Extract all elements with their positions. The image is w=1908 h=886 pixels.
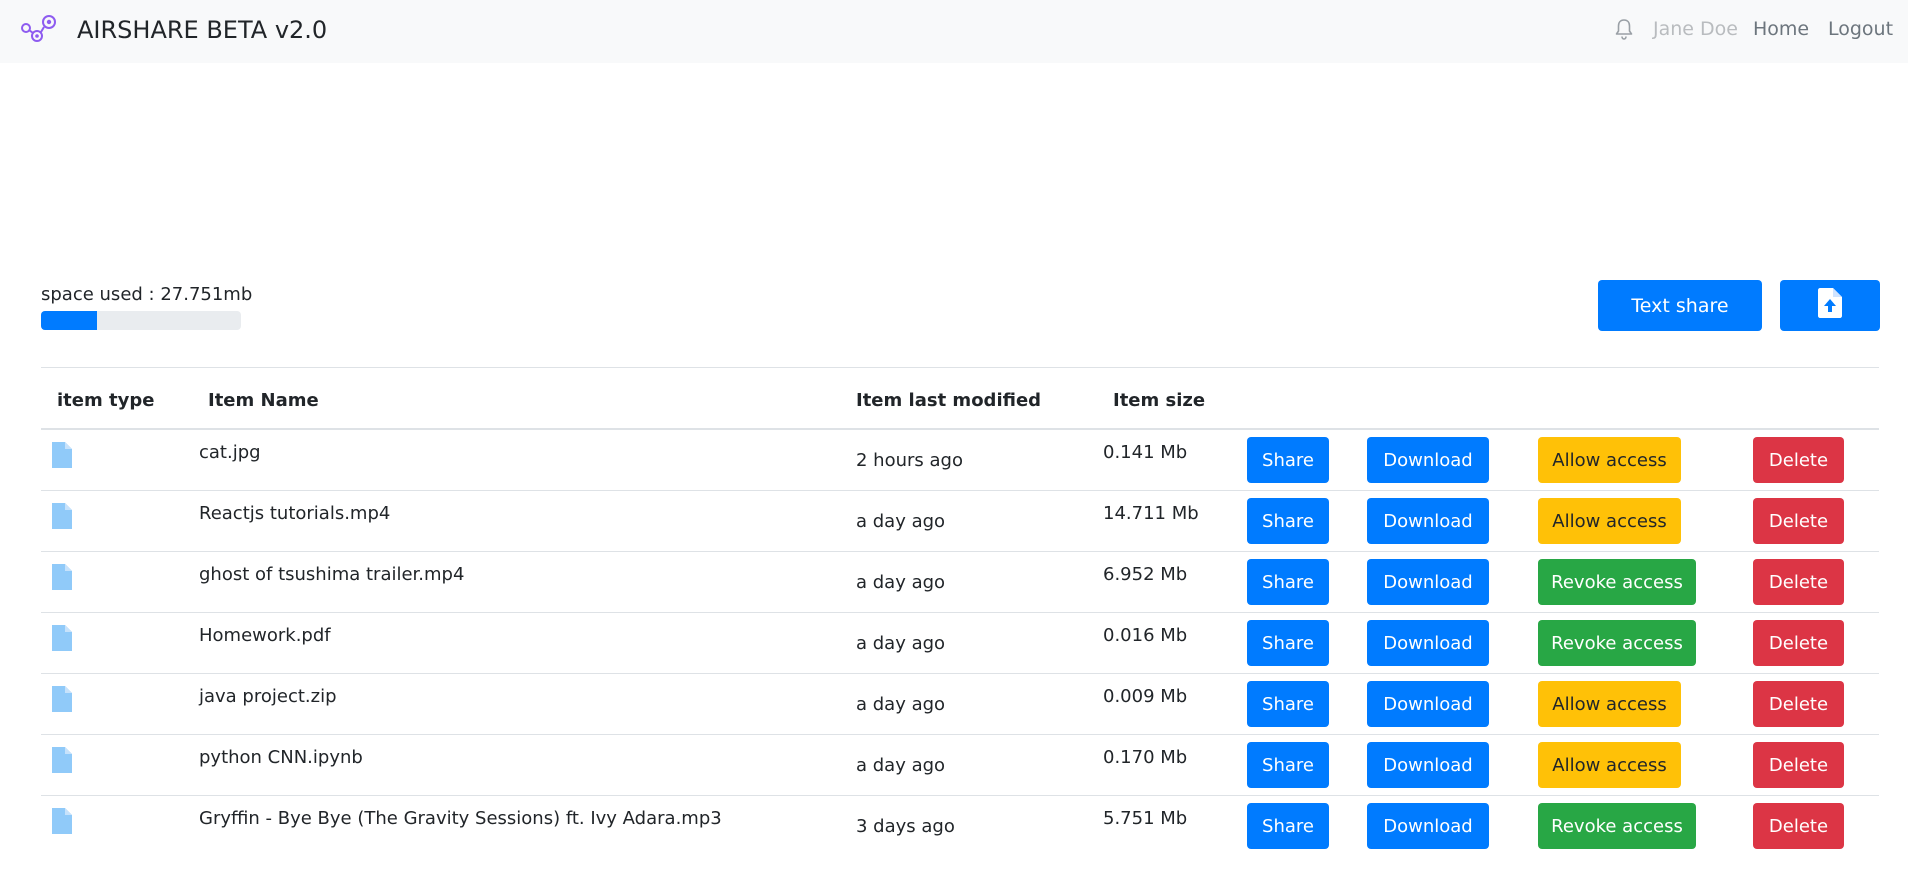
item-name: Homework.pdf xyxy=(199,625,331,646)
share-button[interactable]: Share xyxy=(1247,498,1329,544)
space-used-label: space used : 27.751mb xyxy=(41,284,253,305)
item-size: 14.711 Mb xyxy=(1103,503,1199,524)
download-button[interactable]: Download xyxy=(1367,559,1489,605)
item-name: Reactjs tutorials.mp4 xyxy=(199,503,391,524)
nav-user-name: Jane Doe xyxy=(1653,18,1738,40)
item-name: python CNN.ipynb xyxy=(199,747,363,768)
navbar: AIRSHARE BETA v2.0 Jane Doe Home Logout xyxy=(0,0,1908,63)
item-last-modified: 3 days ago xyxy=(856,816,955,837)
header-item-type: item type xyxy=(57,390,155,411)
upload-file-button[interactable] xyxy=(1780,280,1880,331)
text-share-button[interactable]: Text share xyxy=(1598,280,1762,331)
delete-button[interactable]: Delete xyxy=(1753,681,1844,727)
item-name: Gryffin - Bye Bye (The Gravity Sessions)… xyxy=(199,808,722,829)
download-button[interactable]: Download xyxy=(1367,620,1489,666)
allow-access-button[interactable]: Allow access xyxy=(1538,681,1681,727)
download-button[interactable]: Download xyxy=(1367,681,1489,727)
share-button[interactable]: Share xyxy=(1247,437,1329,483)
item-size: 6.952 Mb xyxy=(1103,564,1188,585)
download-button[interactable]: Download xyxy=(1367,803,1489,849)
share-button[interactable]: Share xyxy=(1247,559,1329,605)
item-size: 0.009 Mb xyxy=(1103,686,1188,707)
table-top-border xyxy=(41,367,1879,368)
share-button[interactable]: Share xyxy=(1247,681,1329,727)
item-size: 0.170 Mb xyxy=(1103,747,1188,768)
delete-button[interactable]: Delete xyxy=(1753,559,1844,605)
delete-button[interactable]: Delete xyxy=(1753,803,1844,849)
item-size: 0.016 Mb xyxy=(1103,625,1188,646)
item-name: cat.jpg xyxy=(199,442,261,463)
share-button[interactable]: Share xyxy=(1247,803,1329,849)
revoke-access-button[interactable]: Revoke access xyxy=(1538,803,1696,849)
item-last-modified: a day ago xyxy=(856,755,946,776)
delete-button[interactable]: Delete xyxy=(1753,437,1844,483)
item-size: 5.751 Mb xyxy=(1103,808,1188,829)
brand-title[interactable]: AIRSHARE BETA v2.0 xyxy=(77,16,327,44)
file-upload-icon xyxy=(1818,288,1842,323)
header-item-name: Item Name xyxy=(208,390,319,411)
allow-access-button[interactable]: Allow access xyxy=(1538,437,1681,483)
delete-button[interactable]: Delete xyxy=(1753,742,1844,788)
row-divider xyxy=(41,612,1879,613)
item-name: java project.zip xyxy=(199,686,337,707)
item-last-modified: a day ago xyxy=(856,694,946,715)
storage-progress xyxy=(41,311,241,330)
storage-progress-bar xyxy=(41,311,97,330)
allow-access-button[interactable]: Allow access xyxy=(1538,498,1681,544)
header-last-modified: Item last modified xyxy=(856,390,1042,411)
row-divider xyxy=(41,490,1879,491)
delete-button[interactable]: Delete xyxy=(1753,498,1844,544)
row-divider xyxy=(41,673,1879,674)
nav-logout-link[interactable]: Logout xyxy=(1828,18,1893,40)
delete-button[interactable]: Delete xyxy=(1753,620,1844,666)
share-button[interactable]: Share xyxy=(1247,620,1329,666)
header-item-size: Item size xyxy=(1113,390,1206,411)
table-header-border xyxy=(41,428,1879,430)
download-button[interactable]: Download xyxy=(1367,498,1489,544)
nav-home-link[interactable]: Home xyxy=(1753,18,1809,40)
row-divider xyxy=(41,734,1879,735)
item-last-modified: a day ago xyxy=(856,511,946,532)
download-button[interactable]: Download xyxy=(1367,437,1489,483)
item-last-modified: a day ago xyxy=(856,572,946,593)
row-divider xyxy=(41,551,1879,552)
revoke-access-button[interactable]: Revoke access xyxy=(1538,559,1696,605)
item-size: 0.141 Mb xyxy=(1103,442,1188,463)
allow-access-button[interactable]: Allow access xyxy=(1538,742,1681,788)
item-last-modified: a day ago xyxy=(856,633,946,654)
download-button[interactable]: Download xyxy=(1367,742,1489,788)
row-divider xyxy=(41,795,1879,796)
revoke-access-button[interactable]: Revoke access xyxy=(1538,620,1696,666)
item-name: ghost of tsushima trailer.mp4 xyxy=(199,564,465,585)
share-button[interactable]: Share xyxy=(1247,742,1329,788)
item-last-modified: 2 hours ago xyxy=(856,450,963,471)
